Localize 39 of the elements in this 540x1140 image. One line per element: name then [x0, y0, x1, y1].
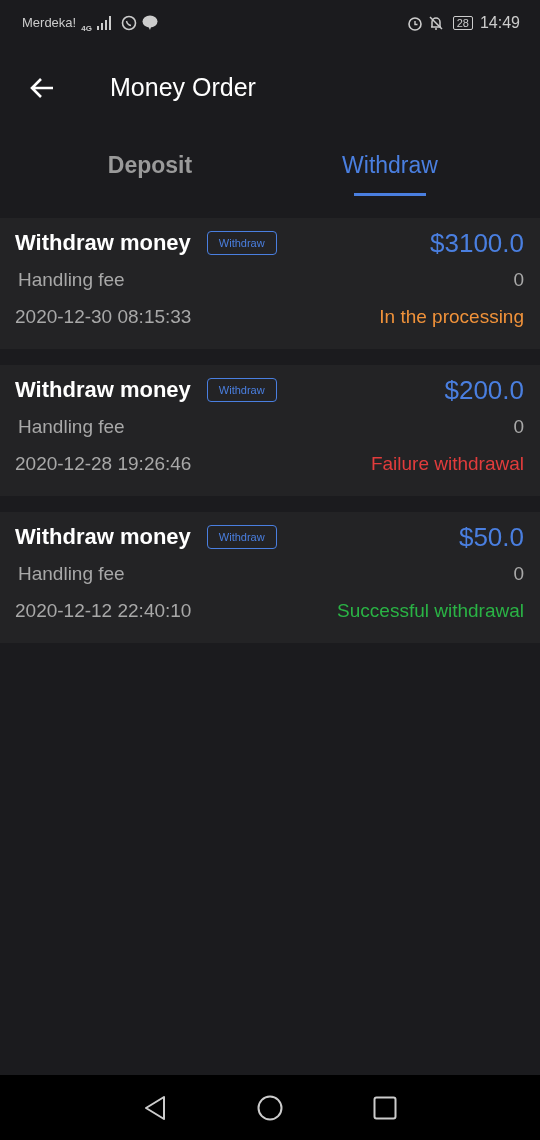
order-title: Withdraw money — [15, 524, 191, 550]
recent-apps-icon[interactable] — [373, 1095, 397, 1120]
fee-value: 0 — [513, 269, 524, 291]
type-tag: Withdraw — [206, 378, 277, 402]
order-status: Successful withdrawal — [337, 600, 524, 622]
fee-label: Handling fee — [17, 563, 125, 585]
amount: $3100.0 — [430, 227, 524, 259]
order-card[interactable]: Withdraw money Withdraw $50.0 Handling fee 0 2020-12-12 22:40:10 Successful withdrawal — [0, 512, 540, 643]
signal-icon — [96, 15, 113, 30]
order-title: Withdraw money — [15, 230, 191, 256]
order-status: In the processing — [379, 306, 524, 328]
muted-bell-icon — [427, 14, 444, 31]
tab[interactable]: Deposit — [107, 139, 193, 179]
fee-label: Handling fee — [17, 269, 125, 291]
order-title: Withdraw money — [15, 377, 191, 403]
back-arrow-icon[interactable] — [29, 76, 55, 99]
order-card[interactable]: Withdraw money Withdraw $3100.0 Handling fee 0 2020-12-30 08:15:33 In the processing — [0, 218, 540, 349]
order-datetime: 2020-12-30 08:15:33 — [15, 306, 192, 328]
fee-value: 0 — [513, 563, 524, 585]
amount: $200.0 — [444, 374, 524, 406]
order-status: Failure withdrawal — [370, 453, 524, 475]
back-icon[interactable] — [143, 1094, 167, 1121]
fee-value: 0 — [513, 416, 524, 438]
amount: $50.0 — [458, 521, 524, 553]
tab-indicator — [354, 192, 426, 196]
fee-label: Handling fee — [17, 416, 125, 438]
order-card[interactable]: Withdraw money Withdraw $200.0 Handling fee 0 2020-12-28 19:26:46 Failure withdrawal — [0, 365, 540, 496]
type-tag: Withdraw — [206, 525, 277, 549]
home-icon[interactable] — [257, 1094, 283, 1121]
alarm-icon — [406, 14, 423, 31]
carrier-name: Merdeka! — [22, 15, 77, 30]
page-title: Money Order — [110, 73, 256, 102]
clock-time: 14:49 — [479, 13, 520, 32]
tab[interactable]: Withdraw — [342, 139, 438, 179]
order-datetime: 2020-12-28 19:26:46 — [15, 453, 192, 475]
battery-indicator: 28 — [452, 15, 473, 30]
type-tag: Withdraw — [206, 231, 277, 255]
network-type: 4G — [81, 24, 92, 33]
order-datetime: 2020-12-12 22:40:10 — [15, 600, 192, 622]
